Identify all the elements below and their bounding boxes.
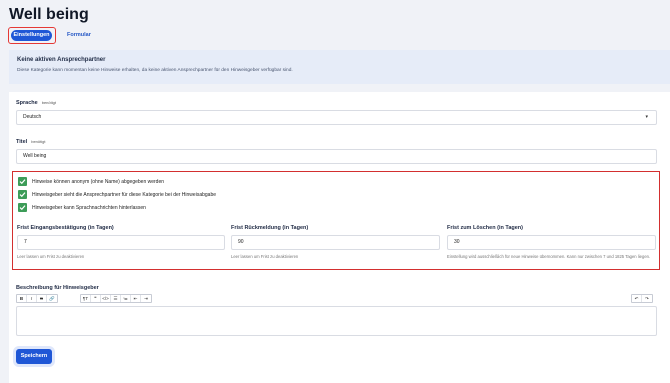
tab-settings[interactable]: Einstellungen [11, 30, 52, 41]
redo-icon[interactable]: ↷ [642, 295, 652, 302]
language-select[interactable]: Deutsch ▾ [16, 110, 657, 125]
language-label-text: Sprache [16, 100, 38, 106]
checkbox-label: Hinweise können anonym (ohne Name) abgeg… [32, 178, 165, 185]
notice-text: Diese Kategorie kann momentan keine Hinw… [17, 68, 293, 73]
checkbox-label: Hinweisgeber sieht die Ansprechpartner f… [32, 191, 216, 198]
notice-banner: Keine aktiven Ansprechpartner Diese Kate… [9, 50, 670, 84]
description-label: Beschreibung für Hinweisgeber [16, 285, 99, 291]
required-hint: benötigt [31, 139, 46, 144]
page-title: Well being [9, 6, 89, 23]
indent-icon[interactable]: ⇥ [141, 295, 151, 302]
heading-icon[interactable]: ¶T [81, 295, 91, 302]
deadline-receipt-input[interactable]: 7 [17, 235, 225, 250]
outdent-icon[interactable]: ⇤ [131, 295, 141, 302]
history-group: ↶ ↷ [631, 294, 653, 303]
checkbox-checked-icon[interactable] [18, 203, 27, 212]
chevron-down-icon: ▾ [645, 114, 648, 120]
save-button[interactable]: Speichern [16, 349, 52, 364]
deadline-receipt-label: Frist Eingangsbestätigung (in Tagen) [17, 225, 114, 231]
italic-icon[interactable]: I [27, 295, 37, 302]
bullet-list-icon[interactable]: ☰ [111, 295, 121, 302]
title-input[interactable]: Well being [16, 149, 657, 164]
undo-icon[interactable]: ↶ [632, 295, 642, 302]
numbered-list-icon[interactable]: ≔ [121, 295, 131, 302]
tab-form[interactable]: Formular [67, 32, 91, 38]
language-value: Deutsch [23, 114, 42, 120]
notice-title: Keine aktiven Ansprechpartner [17, 57, 106, 63]
deadline-delete-input[interactable]: 30 [447, 235, 656, 250]
checkbox-checked-icon[interactable] [18, 190, 27, 199]
title-value: Well being [23, 153, 47, 159]
title-label: Titel benötigt [16, 139, 45, 145]
bold-icon[interactable]: B [17, 295, 27, 302]
language-label: Sprache benötigt [16, 100, 56, 106]
checkbox-label: Hinweisgeber kann Sprachnachrichten hint… [32, 204, 146, 211]
format-group: B I S 🔗 [16, 294, 58, 303]
code-icon[interactable]: </> [101, 295, 111, 302]
title-label-text: Titel [16, 139, 28, 145]
tab-highlight-frame: Einstellungen [8, 27, 56, 44]
block-group: ¶T ❞ </> ☰ ≔ ⇤ ⇥ [80, 294, 152, 303]
highlighted-options: Hinweise können anonym (ohne Name) abgeg… [12, 171, 660, 270]
deadline-feedback-input[interactable]: 90 [231, 235, 440, 250]
link-icon[interactable]: 🔗 [47, 295, 57, 302]
deadline-feedback-label: Frist Rückmeldung (in Tagen) [231, 225, 309, 231]
deadline-feedback-help: Leer lassen um Frist zu deaktivieren [231, 254, 299, 259]
quote-icon[interactable]: ❞ [91, 295, 101, 302]
checkbox-checked-icon[interactable] [18, 177, 27, 186]
deadline-receipt-help: Leer lassen um Frist zu deaktivieren [17, 254, 85, 259]
description-editor[interactable] [16, 306, 657, 336]
required-hint: benötigt [41, 100, 56, 105]
deadline-delete-label: Frist zum Löschen (in Tagen) [447, 225, 523, 231]
deadline-delete-help: Einstellung wird ausschließlich für neue… [447, 254, 651, 259]
strikethrough-icon[interactable]: S [37, 295, 47, 302]
